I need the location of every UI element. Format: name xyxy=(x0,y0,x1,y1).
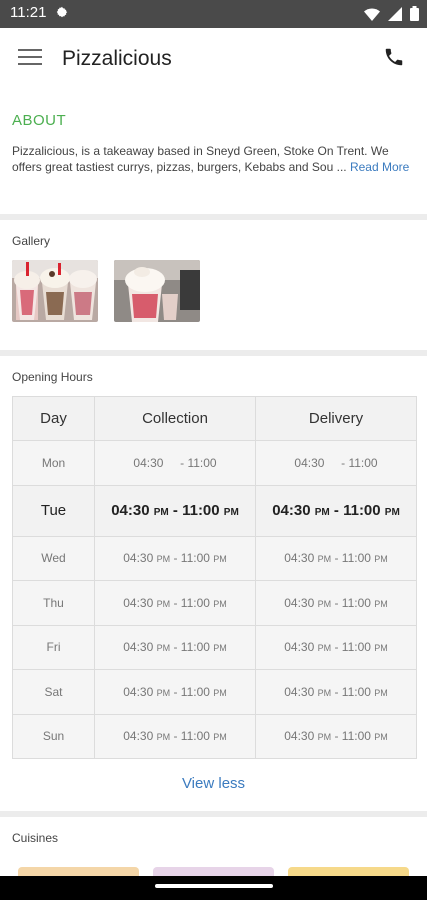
day-cell: Sat xyxy=(12,669,95,715)
table-header-row: Day Collection Delivery xyxy=(12,396,417,441)
delivery-cell: 04:30 PM - 11:00 PM xyxy=(255,624,417,670)
header-delivery: Delivery xyxy=(255,396,417,441)
opening-hours-label: Opening Hours xyxy=(12,370,93,384)
navigation-bar xyxy=(0,876,427,900)
read-more-link[interactable]: Read More xyxy=(350,160,409,174)
header-day: Day xyxy=(12,396,95,441)
day-cell: Wed xyxy=(12,535,95,581)
status-bar: 11:21 xyxy=(0,0,427,28)
hamburger-icon[interactable] xyxy=(18,49,42,69)
gallery-section: Gallery xyxy=(0,220,427,350)
collection-cell: 04:30 PM - 11:00 PM xyxy=(94,713,256,759)
app-bar: Pizzalicious xyxy=(0,28,427,92)
table-row: Sun 04:30 PM - 11:00 PM 04:30 PM - 11:00… xyxy=(12,713,417,759)
day-cell: Mon xyxy=(12,440,95,486)
about-section: ABOUT Pizzalicious, is a takeaway based … xyxy=(0,112,427,214)
table-row: Mon 04:30 - 11:00 04:30 - 11:00 xyxy=(12,440,417,486)
view-less-button[interactable]: View less xyxy=(0,775,427,811)
day-cell: Tue xyxy=(12,484,95,537)
delivery-cell: 04:30 PM - 11:00 PM xyxy=(255,535,417,581)
table-row-today: Tue 04:30 PM - 11:00 PM 04:30 PM - 11:00… xyxy=(12,484,417,537)
about-description: Pizzalicious, is a takeaway based in Sne… xyxy=(12,144,389,174)
gallery-image-milkshake[interactable] xyxy=(114,260,200,322)
opening-hours-table: Day Collection Delivery Mon 04:30 - 11:0… xyxy=(12,396,417,759)
collection-cell: 04:30 PM - 11:00 PM xyxy=(94,484,256,537)
collection-cell: 04:30 PM - 11:00 PM xyxy=(94,669,256,715)
delivery-cell: 04:30 PM - 11:00 PM xyxy=(255,669,417,715)
delivery-cell: 04:30 - 11:00 xyxy=(255,440,417,486)
delivery-cell: 04:30 PM - 11:00 PM xyxy=(255,580,417,626)
header-collection: Collection xyxy=(94,396,256,441)
page: Pizzalicious ABOUT Pizzalicious, is a ta… xyxy=(0,28,427,900)
home-gesture-handle[interactable] xyxy=(155,884,273,888)
cuisines-label: Cuisines xyxy=(12,831,59,845)
gallery-image-milkshakes[interactable] xyxy=(12,260,98,322)
table-row: Wed 04:30 PM - 11:00 PM 04:30 PM - 11:00… xyxy=(12,535,417,581)
collection-cell: 04:30 - 11:00 xyxy=(94,440,256,486)
signal-icon xyxy=(388,6,402,26)
table-row: Thu 04:30 PM - 11:00 PM 04:30 PM - 11:00… xyxy=(12,580,417,626)
delivery-cell: 04:30 PM - 11:00 PM xyxy=(255,713,417,759)
table-row: Fri 04:30 PM - 11:00 PM 04:30 PM - 11:00… xyxy=(12,624,417,670)
status-time: 11:21 xyxy=(10,4,47,21)
day-cell: Sun xyxy=(12,713,95,759)
battery-icon xyxy=(410,6,419,26)
collection-cell: 04:30 PM - 11:00 PM xyxy=(94,624,256,670)
page-title: Pizzalicious xyxy=(62,47,172,70)
gallery-label: Gallery xyxy=(12,234,51,248)
gear-icon xyxy=(55,5,69,24)
collection-cell: 04:30 PM - 11:00 PM xyxy=(94,580,256,626)
day-cell: Fri xyxy=(12,624,95,670)
about-text: Pizzalicious, is a takeaway based in Sne… xyxy=(12,143,415,175)
phone-icon[interactable] xyxy=(383,46,405,73)
table-row: Sat 04:30 PM - 11:00 PM 04:30 PM - 11:00… xyxy=(12,669,417,715)
day-cell: Thu xyxy=(12,580,95,626)
wifi-icon xyxy=(364,7,380,26)
about-heading: ABOUT xyxy=(12,112,67,129)
delivery-cell: 04:30 PM - 11:00 PM xyxy=(255,484,417,537)
opening-hours-section: Opening Hours Day Collection Delivery Mo… xyxy=(0,356,427,811)
collection-cell: 04:30 PM - 11:00 PM xyxy=(94,535,256,581)
